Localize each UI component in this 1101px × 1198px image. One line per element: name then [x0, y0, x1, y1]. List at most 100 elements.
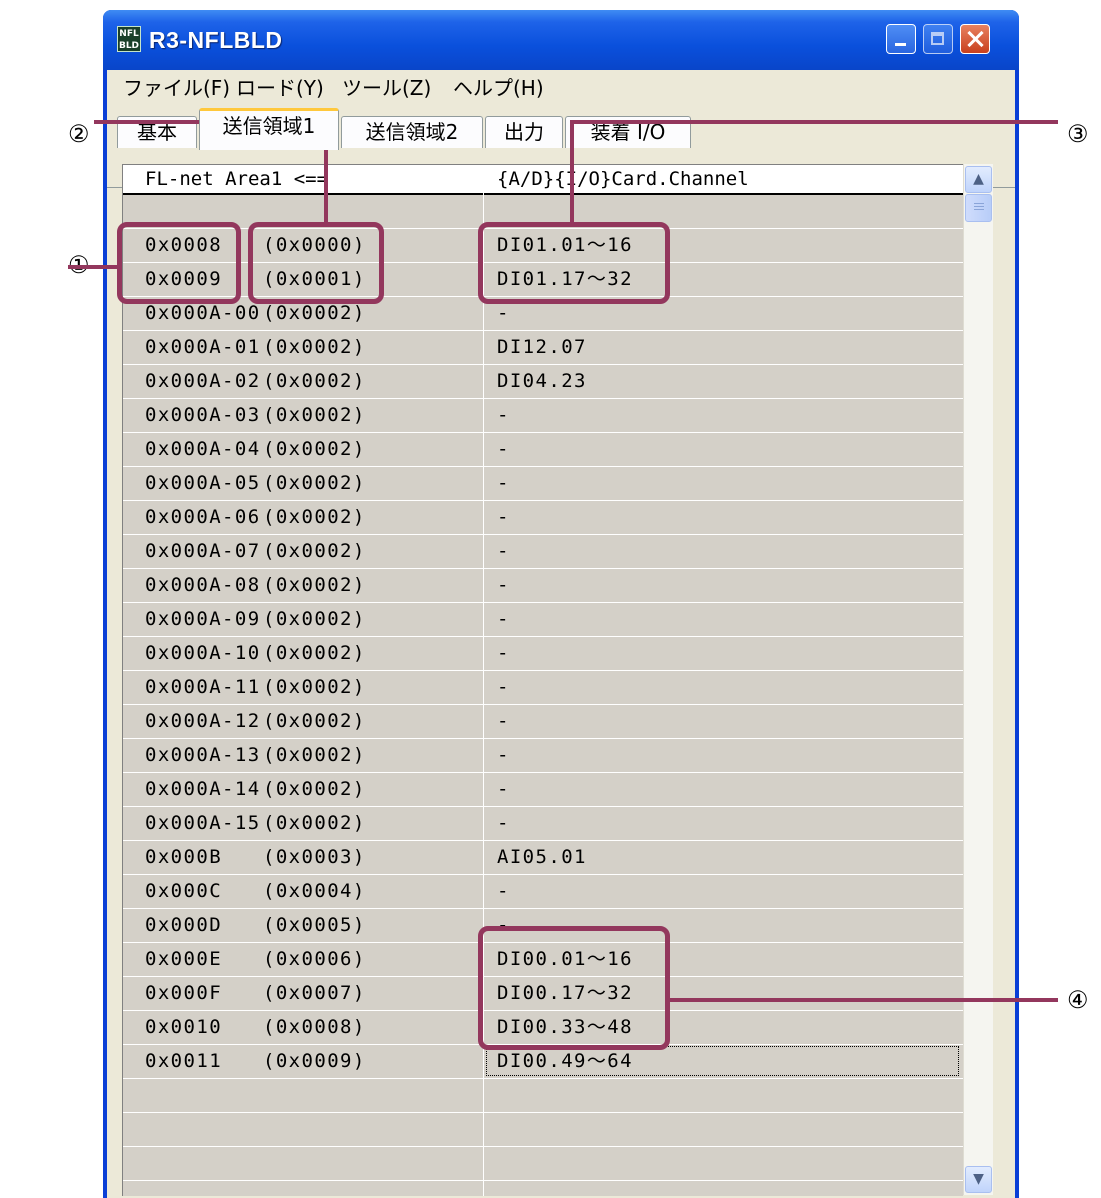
address-cell[interactable]: 0x000D — [145, 909, 222, 942]
offset-cell[interactable]: (0x0002) — [263, 331, 366, 364]
table-row[interactable]: 0x000A-15 (0x0002) - — [123, 807, 963, 841]
offset-cell[interactable]: (0x0002) — [263, 773, 366, 806]
address-cell[interactable]: 0x000A-06 — [145, 501, 261, 534]
maximize-button[interactable] — [923, 24, 953, 54]
menu-load[interactable]: ロード(Y) — [236, 76, 324, 100]
address-cell[interactable]: 0x000A-01 — [145, 331, 261, 364]
channel-cell[interactable]: - — [497, 875, 510, 908]
offset-cell[interactable]: (0x0005) — [263, 909, 366, 942]
offset-cell[interactable]: (0x0003) — [263, 841, 366, 874]
address-cell[interactable]: 0x000E — [145, 943, 222, 976]
vertical-scrollbar[interactable]: ▲ ▼ — [963, 164, 993, 1195]
table-row[interactable]: 0x000A-03 (0x0002) - — [123, 399, 963, 433]
channel-cell[interactable]: - — [497, 705, 510, 738]
tab-output[interactable]: 出力 — [485, 116, 563, 148]
channel-cell[interactable]: - — [497, 671, 510, 704]
address-cell[interactable]: 0x000A-03 — [145, 399, 261, 432]
table-row[interactable]: 0x000A-08 (0x0002) - — [123, 569, 963, 603]
table-row[interactable]: 0x000A-13 (0x0002) - — [123, 739, 963, 773]
address-cell[interactable]: 0x0011 — [145, 1045, 222, 1078]
offset-cell[interactable]: (0x0002) — [263, 603, 366, 636]
table-row[interactable]: 0x0011 (0x0009) DI00.49～64 — [123, 1045, 963, 1079]
address-cell[interactable]: 0x000C — [145, 875, 222, 908]
menu-file[interactable]: ファイル(F) — [123, 76, 230, 100]
tab-send-area-2[interactable]: 送信領域2 — [341, 116, 483, 148]
offset-cell[interactable]: (0x0002) — [263, 637, 366, 670]
scroll-up-icon[interactable]: ▲ — [965, 166, 992, 193]
table-row[interactable] — [123, 1147, 963, 1181]
offset-cell[interactable]: (0x0007) — [263, 977, 366, 1010]
channel-cell[interactable]: - — [497, 399, 510, 432]
offset-cell[interactable]: (0x0002) — [263, 671, 366, 704]
menu-help[interactable]: ヘルプ(H) — [453, 76, 544, 100]
offset-cell[interactable]: (0x0002) — [263, 705, 366, 738]
offset-cell[interactable]: (0x0002) — [263, 365, 366, 398]
table-row[interactable] — [123, 1079, 963, 1113]
channel-cell[interactable]: - — [497, 637, 510, 670]
offset-cell[interactable]: (0x0006) — [263, 943, 366, 976]
offset-cell[interactable]: (0x0009) — [263, 1045, 366, 1078]
address-cell[interactable]: 0x000A-10 — [145, 637, 261, 670]
offset-cell[interactable]: (0x0002) — [263, 807, 366, 840]
table-row[interactable]: 0x000B (0x0003) AI05.01 — [123, 841, 963, 875]
channel-cell[interactable]: DI04.23 — [497, 365, 587, 398]
address-cell[interactable]: 0x000A-04 — [145, 433, 261, 466]
address-cell[interactable]: 0x000A-15 — [145, 807, 261, 840]
scroll-thumb[interactable] — [965, 194, 992, 222]
offset-cell[interactable]: (0x0002) — [263, 535, 366, 568]
table-row[interactable]: 0x000A-07 (0x0002) - — [123, 535, 963, 569]
channel-cell[interactable]: - — [497, 739, 510, 772]
table-row[interactable]: 0x000A-01 (0x0002) DI12.07 — [123, 331, 963, 365]
address-cell[interactable]: 0x000A-13 — [145, 739, 261, 772]
offset-cell[interactable]: (0x0002) — [263, 399, 366, 432]
table-row[interactable]: 0x000A-04 (0x0002) - — [123, 433, 963, 467]
address-cell[interactable]: 0x000F — [145, 977, 222, 1010]
channel-cell[interactable]: - — [497, 807, 510, 840]
offset-cell[interactable]: (0x0002) — [263, 569, 366, 602]
address-cell[interactable]: 0x000B — [145, 841, 222, 874]
channel-cell[interactable]: AI05.01 — [497, 841, 587, 874]
scroll-down-icon[interactable]: ▼ — [965, 1166, 992, 1193]
channel-cell[interactable]: - — [497, 467, 510, 500]
offset-cell[interactable]: (0x0002) — [263, 467, 366, 500]
offset-cell[interactable]: (0x0008) — [263, 1011, 366, 1044]
table-row[interactable]: 0x000A-11 (0x0002) - — [123, 671, 963, 705]
channel-cell[interactable]: - — [497, 433, 510, 466]
offset-cell[interactable]: (0x0002) — [263, 739, 366, 772]
table-row[interactable] — [123, 1113, 963, 1147]
address-cell[interactable]: 0x000A-14 — [145, 773, 261, 806]
table-row[interactable]: 0x000A-10 (0x0002) - — [123, 637, 963, 671]
channel-cell[interactable]: - — [497, 569, 510, 602]
minimize-button[interactable] — [886, 24, 916, 54]
channel-cell[interactable]: - — [497, 773, 510, 806]
close-button[interactable] — [960, 24, 990, 54]
tab-send-area-1[interactable]: 送信領域1 — [199, 108, 339, 150]
channel-cell[interactable]: - — [497, 501, 510, 534]
channel-cell[interactable]: - — [497, 535, 510, 568]
header-card-channel[interactable]: {A/D}{I/O}Card.Channel — [497, 165, 749, 193]
address-cell[interactable]: 0x000A-07 — [145, 535, 261, 568]
address-cell[interactable]: 0x000A-09 — [145, 603, 261, 636]
channel-cell[interactable]: - — [497, 603, 510, 636]
annotation-3-leader-v — [570, 120, 574, 226]
offset-cell[interactable]: (0x0004) — [263, 875, 366, 908]
channel-cell[interactable]: DI12.07 — [497, 331, 587, 364]
address-cell[interactable]: 0x000A-05 — [145, 467, 261, 500]
table-row[interactable]: 0x000A-06 (0x0002) - — [123, 501, 963, 535]
offset-cell[interactable]: (0x0002) — [263, 433, 366, 466]
table-row[interactable]: 0x000A-05 (0x0002) - — [123, 467, 963, 501]
table-row[interactable]: 0x000A-02 (0x0002) DI04.23 — [123, 365, 963, 399]
table-row[interactable]: 0x000C (0x0004) - — [123, 875, 963, 909]
offset-cell[interactable]: (0x0002) — [263, 501, 366, 534]
address-cell[interactable]: 0x000A-11 — [145, 671, 261, 704]
menu-tools[interactable]: ツール(Z) — [342, 76, 431, 100]
address-cell[interactable]: 0x000A-12 — [145, 705, 261, 738]
title-bar[interactable]: NFL BLD R3-NFLBLD — [103, 10, 1019, 70]
address-cell[interactable]: 0x000A-08 — [145, 569, 261, 602]
table-row[interactable]: 0x000A-12 (0x0002) - — [123, 705, 963, 739]
address-cell[interactable]: 0x0010 — [145, 1011, 222, 1044]
table-row[interactable]: 0x000A-14 (0x0002) - — [123, 773, 963, 807]
address-cell[interactable]: 0x000A-02 — [145, 365, 261, 398]
table-row[interactable]: 0x000A-09 (0x0002) - — [123, 603, 963, 637]
header-fl-net-area[interactable]: FL-net Area1 <== — [145, 165, 328, 193]
